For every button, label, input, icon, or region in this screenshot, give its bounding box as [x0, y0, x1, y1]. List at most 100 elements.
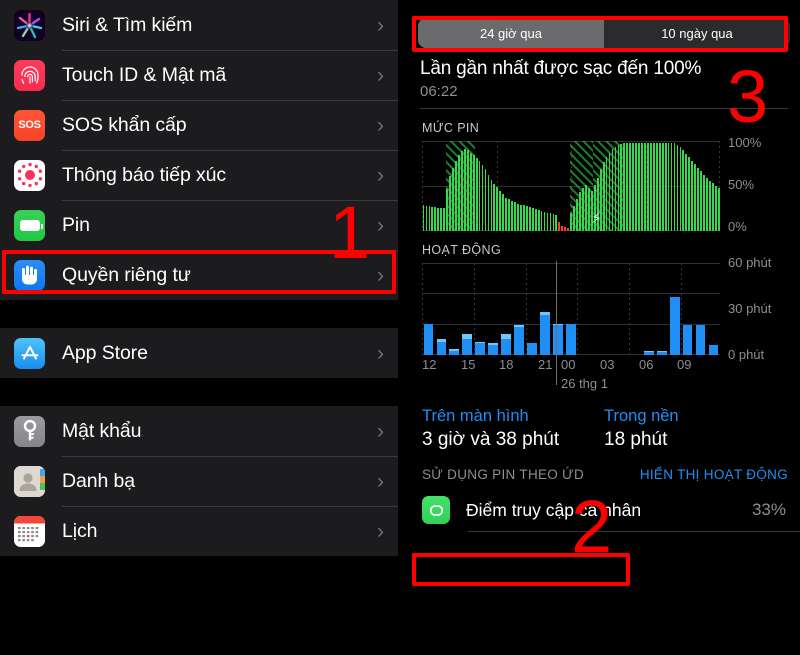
x-tick-15: 15	[461, 357, 476, 372]
battery-level-bar	[673, 143, 676, 231]
battery-level-bar	[531, 208, 534, 231]
activity-bar-slot	[629, 263, 642, 355]
battery-level-bar	[706, 178, 708, 231]
sidebar-item-label: Touch ID & Mật mã	[62, 63, 227, 86]
battery-level-bar	[647, 143, 649, 231]
activity-bar	[553, 323, 563, 355]
activity-bar	[566, 323, 576, 355]
battery-level-bar	[437, 208, 440, 231]
activity-bar-screen-segment	[462, 338, 473, 355]
activity-bar-slot	[681, 263, 694, 355]
battery-level-bar	[573, 206, 575, 231]
battery-level-bar	[463, 149, 466, 231]
battery-level-bar	[514, 201, 516, 231]
activity-bar-screen-segment	[436, 341, 447, 355]
activity-bar	[682, 325, 693, 355]
battery-level-bar	[670, 143, 673, 231]
activity-bar-screen-segment	[656, 352, 667, 355]
sidebar-item-label: Siri & Tìm kiếm	[62, 13, 193, 36]
battery-level-bar	[691, 160, 694, 231]
activity-bar-screen-segment	[501, 338, 512, 355]
battery-level-bar	[700, 171, 702, 231]
personal-hotspot-icon	[422, 496, 450, 524]
y-tick-50: 50%	[728, 177, 755, 192]
activity-bar	[708, 344, 719, 355]
sidebar-item-label: Danh bạ	[62, 469, 136, 492]
activity-bar-screen-segment	[682, 325, 693, 355]
activity-bars	[422, 263, 720, 355]
battery-level-bar	[685, 153, 688, 231]
activity-bar-screen-segment	[449, 350, 460, 355]
battery-level-bar	[431, 207, 434, 231]
annotation-number-3: 3	[727, 55, 769, 138]
sidebar-item-app-store[interactable]: App Store ›	[0, 328, 398, 378]
battery-level-bar	[570, 213, 573, 231]
activity-chart: 60 phút 30 phút 0 phút	[422, 255, 800, 385]
exposure-notification-icon	[14, 159, 45, 191]
battery-level-bar	[623, 143, 626, 231]
battery-level-bar	[496, 187, 499, 231]
chevron-right-icon: ›	[377, 163, 384, 187]
activity-bar-slot	[552, 263, 565, 355]
activity-bar-slot	[577, 263, 590, 355]
battery-level-bar	[549, 213, 552, 231]
activity-bar	[449, 349, 460, 355]
battery-level-bar	[617, 144, 620, 231]
apps-section-header-row: SỬ DỤNG PIN THEO ỨD HIỂN THỊ HOẠT ĐỘNG	[408, 451, 800, 488]
battery-level-bar	[709, 180, 711, 231]
annotation-number-1: 1	[329, 191, 371, 274]
sidebar-item-label: SOS khẩn cấp	[62, 113, 187, 136]
usage-value: 18 phút	[604, 429, 668, 450]
section-gap	[0, 300, 398, 328]
activity-bar	[462, 334, 473, 355]
battery-level-bar	[635, 143, 637, 231]
battery-level-bar	[534, 209, 537, 231]
activity-bar-slot	[513, 263, 526, 355]
sidebar-item-emergency-sos[interactable]: SOS SOS khẩn cấp ›	[0, 100, 398, 150]
battery-level-bar	[558, 222, 561, 231]
activity-bar	[656, 350, 667, 355]
activity-bar-slot	[526, 263, 539, 355]
activity-bar-slot	[500, 263, 513, 355]
activity-bar-slot	[461, 263, 474, 355]
battery-level-bar	[649, 143, 652, 231]
activity-bar-slot	[474, 263, 487, 355]
y-tick-60: 60 phút	[728, 255, 772, 270]
battery-level-bar	[508, 199, 510, 231]
activity-bar-slot	[422, 263, 435, 355]
activity-bar	[669, 296, 680, 355]
battery-level-bar	[567, 228, 570, 231]
battery-level-y-axis: 100% 50% 0%	[728, 135, 798, 235]
sidebar-item-touch-id[interactable]: Touch ID & Mật mã ›	[0, 50, 398, 100]
battery-level-bar	[455, 160, 457, 231]
usage-summary: Trên màn hình 3 giờ và 38 phút Trong nền…	[408, 393, 800, 451]
y-tick-30: 30 phút	[728, 301, 772, 316]
activity-bar-slot	[487, 263, 500, 355]
battery-level-bar	[576, 199, 578, 231]
activity-bar-screen-segment	[553, 325, 563, 355]
battery-level-bar	[679, 147, 682, 231]
battery-level-bar	[641, 143, 643, 231]
battery-level-bar	[525, 206, 528, 231]
battery-level-bar	[472, 155, 475, 231]
battery-level-bar	[717, 187, 720, 231]
activity-bar	[540, 311, 550, 355]
sidebar-item-calendar[interactable]: Lịch ›	[0, 506, 398, 556]
sidebar-item-contacts[interactable]: Danh bạ ›	[0, 456, 398, 506]
battery-level-bar	[528, 207, 531, 231]
battery-level-bar	[505, 197, 508, 231]
screenshot-root: Siri & Tìm kiếm › Touch ID & Mật mã › SO…	[0, 0, 800, 655]
activity-bar-slot	[539, 263, 552, 355]
sidebar-item-passwords[interactable]: Mật khẩu ›	[0, 406, 398, 456]
activity-x-axis: 12 15 18 21 00 03 06 09 26 thg 1	[422, 357, 720, 391]
battery-level-bar	[475, 157, 478, 231]
usage-label: Trong nền	[604, 407, 679, 425]
activity-bar-screen-segment	[514, 326, 525, 355]
chevron-right-icon: ›	[377, 469, 384, 493]
sidebar-item-label: App Store	[62, 341, 148, 364]
battery-level-bar	[664, 143, 667, 231]
settings-group-2: App Store ›	[0, 328, 398, 378]
show-activity-link[interactable]: HIỂN THỊ HOẠT ĐỘNG	[640, 467, 788, 482]
sidebar-item-siri[interactable]: Siri & Tìm kiếm ›	[0, 0, 398, 50]
activity-bar-slot	[694, 263, 707, 355]
